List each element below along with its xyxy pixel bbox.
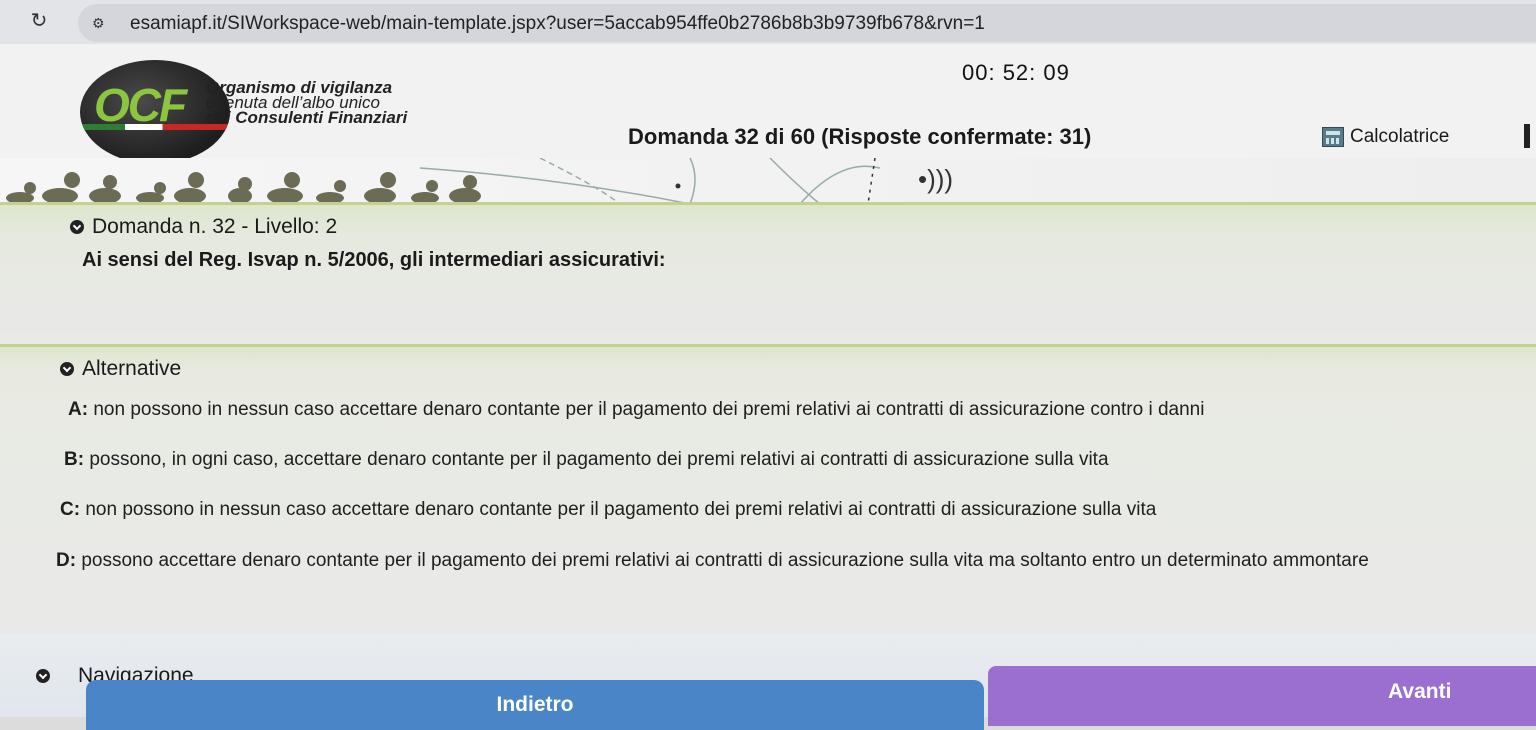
scrollbar-edge [1524, 124, 1530, 148]
decorative-banner: •))) [0, 158, 1536, 204]
option-letter: B: [64, 449, 85, 470]
alternatives-title: Alternative [60, 357, 181, 381]
option-text: possono, in ogni caso, accettare denaro … [84, 449, 1109, 470]
option-d[interactable]: D: possono accettare denaro contante per… [56, 550, 1369, 572]
next-button[interactable]: Avanti [988, 666, 1536, 726]
question-text: Ai sensi del Reg. Isvap n. 5/2006, gli i… [82, 249, 666, 271]
question-section: Domanda n. 32 - Livello: 2 Ai sensi del … [0, 202, 1536, 351]
reload-icon[interactable]: ↻ [28, 10, 50, 32]
question-title: Domanda n. 32 - Livello: 2 [70, 215, 337, 239]
people-silhouettes-icon [6, 172, 481, 204]
org-line-3: dei Consulenti Finanziari [206, 108, 408, 127]
exam-timer: 00: 52: 09 [962, 60, 1070, 85]
calculator-label[interactable]: Calcolatrice [1350, 126, 1449, 148]
option-letter: A: [68, 399, 89, 420]
calculator-icon[interactable] [1322, 127, 1344, 147]
alternatives-title-text: Alternative [82, 357, 182, 380]
option-text: non possono in nessun caso accettare den… [80, 499, 1157, 520]
alternatives-section: Alternative A: non possono in nessun cas… [0, 344, 1536, 637]
next-button-label[interactable]: Avanti [1388, 680, 1451, 704]
organization-name: Organismo di vigilanza e tenuta dell’alb… [206, 79, 408, 127]
option-text: possono accettare denaro contante per il… [76, 550, 1369, 571]
address-bar[interactable]: ⚙ esamiapf.it/SIWorkspace-web/main-templ… [78, 4, 1536, 42]
collapse-icon[interactable] [36, 669, 50, 683]
question-title-text: Domanda n. 32 - Livello: 2 [92, 215, 338, 238]
exam-page: OCF Organismo di vigilanza e tenuta dell… [0, 44, 1536, 730]
option-c[interactable]: C: non possono in nessun caso accettare … [60, 499, 1156, 521]
collapse-icon[interactable] [60, 362, 74, 376]
site-info-icon[interactable]: ⚙ [92, 14, 112, 32]
option-b[interactable]: B: possono, in ogni caso, accettare dena… [64, 449, 1109, 471]
option-letter: D: [56, 550, 77, 571]
question-counter: Domanda 32 di 60 (Risposte confermate: 3… [628, 124, 1092, 149]
browser-toolbar: ↻ ⚙ esamiapf.it/SIWorkspace-web/main-tem… [0, 0, 1536, 44]
url-text[interactable]: esamiapf.it/SIWorkspace-web/main-templat… [130, 13, 985, 35]
navigation-section: Navigazione Indietro Avanti [0, 634, 1536, 730]
calculator-button[interactable]: Calcolatrice [1322, 124, 1449, 150]
option-text: non possono in nessun caso accettare den… [88, 399, 1205, 420]
back-button[interactable]: Indietro [86, 680, 984, 730]
option-letter: C: [60, 499, 81, 520]
collapse-icon[interactable] [70, 220, 84, 234]
audio-icon[interactable]: •))) [918, 164, 953, 195]
option-a[interactable]: A: non possono in nessun caso accettare … [68, 399, 1204, 421]
